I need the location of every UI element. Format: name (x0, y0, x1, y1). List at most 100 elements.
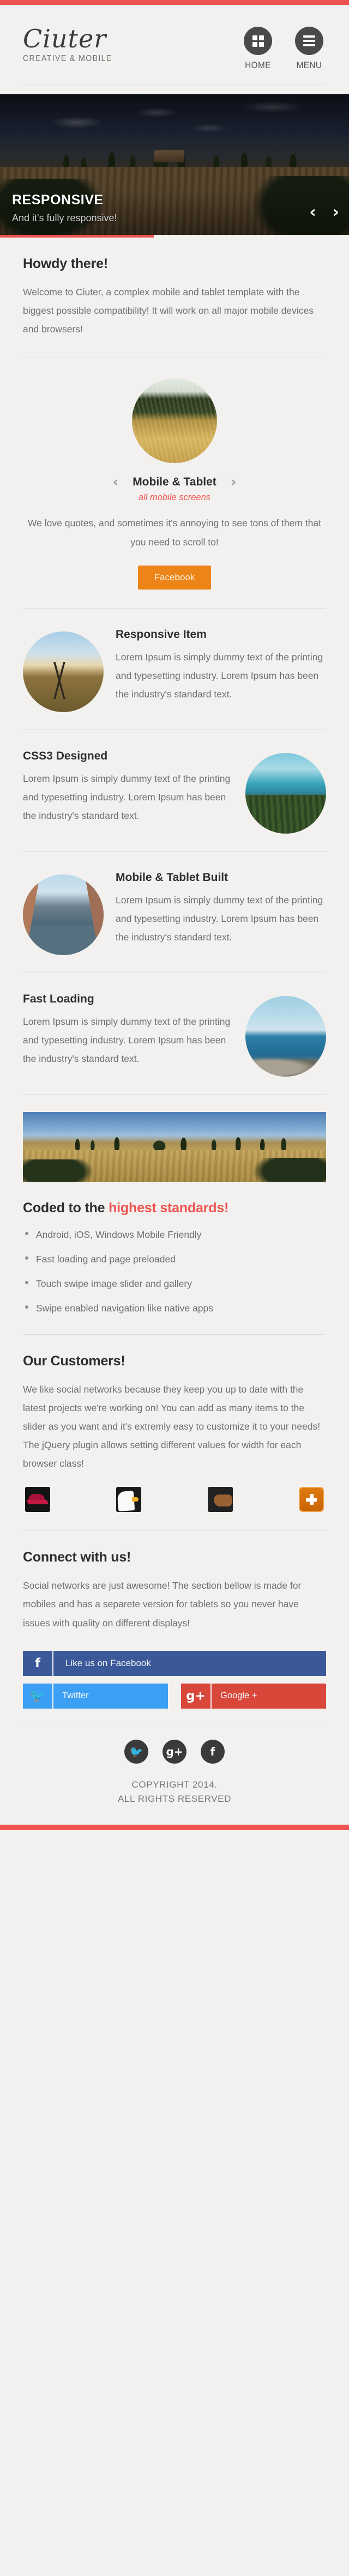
bottom-accent-bar (0, 1825, 349, 1831)
standards-heading: Coded to the highest standards! (23, 1200, 326, 1216)
wheat-field-image (132, 378, 217, 464)
list-item: Android, iOS, Windows Mobile Friendly (23, 1227, 326, 1242)
client-logo-item[interactable] (116, 1487, 142, 1512)
nav-item-menu[interactable]: MENU (292, 27, 326, 71)
copyright-line-1: COPYRIGHT 2014. (131, 1779, 218, 1790)
footer-facebook-icon[interactable]: f (201, 1739, 225, 1764)
connect-heading: Connect with us! (23, 1550, 131, 1565)
customers-section: Our Customers! We like social networks b… (0, 1353, 349, 1473)
banner-wrap (0, 1095, 349, 1182)
plus-icon (298, 1487, 324, 1512)
googleplus-icon: g+ (181, 1683, 210, 1709)
grid-icon (252, 35, 264, 47)
feature-body: CSS3 Designed Lorem Ipsum is simply dumm… (23, 749, 233, 825)
connect-text: Social networks are just awesome! The se… (23, 1580, 302, 1629)
top-accent-bar (0, 0, 349, 5)
feature-title: Fast Loading (23, 992, 94, 1005)
brand-tagline: CREATIVE & MOBILE (23, 54, 112, 64)
footer-googleplus-icon[interactable]: g+ (163, 1739, 186, 1764)
home-button[interactable] (244, 27, 272, 55)
feature-row: Mobile & Tablet Built Lorem Ipsum is sim… (0, 852, 349, 973)
feature-body: Mobile & Tablet Built Lorem Ipsum is sim… (116, 870, 326, 946)
testimonial-prev-arrow-icon[interactable]: ‹ (112, 475, 118, 489)
feature-body: Fast Loading Lorem Ipsum is simply dummy… (23, 992, 233, 1068)
testimonial-nav: ‹ Mobile & Tablet › (23, 475, 326, 489)
hand-icon (207, 1487, 233, 1512)
hero-subtitle: And it's fully responsive! (12, 212, 117, 223)
hero-progress-bar (0, 235, 154, 238)
googleplus-share-label: Google + (210, 1683, 326, 1709)
nav-item-home[interactable]: HOME (241, 27, 275, 71)
facebook-icon: f (23, 1650, 52, 1676)
client-logo-item[interactable] (25, 1487, 50, 1512)
section-divider (23, 1530, 326, 1532)
site-footer: 🐦 g+ f COPYRIGHT 2014. ALL RIGHTS RESERV… (0, 1723, 349, 1825)
menu-button[interactable] (295, 27, 323, 55)
standards-heading-accent: highest standards! (109, 1200, 229, 1216)
landscape-banner-image (23, 1111, 326, 1182)
feature-image-lake (245, 752, 326, 834)
site-header: Ciuter CREATIVE & MOBILE HOME MENU (0, 5, 349, 71)
twitter-share-label: Twitter (52, 1683, 168, 1709)
twitter-share-button[interactable]: 🐦 Twitter (23, 1683, 168, 1709)
feature-image-sea (245, 995, 326, 1077)
feature-title: Responsive Item (116, 628, 207, 641)
nav-label-menu: MENU (296, 60, 322, 70)
twitter-icon: 🐦 (23, 1683, 52, 1709)
testimonial-name: Mobile & Tablet (133, 476, 216, 489)
footer-twitter-icon[interactable]: 🐦 (124, 1739, 148, 1764)
facebook-share-button[interactable]: f Like us on Facebook (23, 1650, 326, 1676)
feature-text: Lorem Ipsum is simply dummy text of the … (116, 894, 323, 943)
nav-label-home: HOME (245, 60, 271, 70)
testimonial-carousel: ‹ Mobile & Tablet › all mobile screens W… (0, 357, 349, 607)
feature-row: Fast Loading Lorem Ipsum is simply dummy… (0, 973, 349, 1094)
red-hat-icon (25, 1487, 50, 1512)
feature-row: Responsive Item Lorem Ipsum is simply du… (0, 609, 349, 730)
social-share-bars: f Like us on Facebook 🐦 Twitter g+ Googl… (0, 1644, 349, 1709)
customers-text: We like social networks because they kee… (23, 1383, 321, 1469)
hero-prev-arrow-icon[interactable]: ‹ (309, 204, 316, 221)
client-logo-item[interactable] (298, 1487, 324, 1512)
section-divider (23, 1334, 326, 1335)
banner-bush-right (253, 1158, 326, 1182)
googleplus-share-button[interactable]: g+ Google + (181, 1683, 326, 1709)
testimonial-text: We love quotes, and sometimes it's annoy… (27, 518, 322, 548)
brand-name: Ciuter (23, 24, 107, 53)
hero-slider[interactable]: RESPONSIVE And it's fully responsive! ‹ … (0, 94, 349, 235)
standards-section: Coded to the highest standards! Android,… (0, 1200, 349, 1316)
testimonial-role: all mobile screens (138, 493, 211, 503)
social-share-row: 🐦 Twitter g+ Google + (23, 1683, 326, 1709)
list-item: Touch swipe image slider and gallery (23, 1276, 326, 1291)
copyright-line-2: ALL RIGHTS RESERVED (118, 1793, 231, 1804)
feature-title: Mobile & Tablet Built (116, 871, 228, 884)
client-logo-item[interactable] (207, 1487, 233, 1512)
customers-heading: Our Customers! (23, 1353, 125, 1369)
testimonial-next-arrow-icon[interactable]: › (231, 475, 237, 489)
eagle-icon (116, 1487, 142, 1512)
hero-title: RESPONSIVE (12, 192, 104, 208)
standards-heading-plain: Coded to the (23, 1200, 109, 1216)
feature-row: CSS3 Designed Lorem Ipsum is simply dumm… (0, 730, 349, 851)
feature-text: Lorem Ipsum is simply dummy text of the … (23, 773, 231, 821)
feature-image-swing (23, 631, 104, 712)
feature-image-street (23, 874, 104, 955)
hero-controls: ‹ › (309, 204, 339, 221)
intro-text: Welcome to Ciuter, a complex mobile and … (23, 287, 314, 335)
testimonial-avatar (132, 378, 217, 464)
footer-social-links: 🐦 g+ f (23, 1739, 326, 1764)
list-item: Swipe enabled navigation like native app… (23, 1301, 326, 1316)
header-nav: HOME MENU (241, 23, 326, 71)
mobile-page: Ciuter CREATIVE & MOBILE HOME MENU RESPO… (0, 0, 349, 1831)
hero-next-arrow-icon[interactable]: › (333, 204, 339, 221)
feature-text: Lorem Ipsum is simply dummy text of the … (116, 651, 323, 700)
feature-body: Responsive Item Lorem Ipsum is simply du… (116, 627, 326, 703)
banner-bush-left (23, 1159, 93, 1182)
brand[interactable]: Ciuter CREATIVE & MOBILE (23, 23, 124, 64)
hamburger-icon (303, 35, 315, 46)
client-logos (0, 1473, 349, 1530)
feature-text: Lorem Ipsum is simply dummy text of the … (23, 1016, 231, 1064)
facebook-button[interactable]: Facebook (137, 565, 212, 590)
connect-section: Connect with us! Social networks are jus… (0, 1550, 349, 1632)
feature-title: CSS3 Designed (23, 749, 108, 762)
intro-heading: Howdy there! (23, 256, 108, 271)
